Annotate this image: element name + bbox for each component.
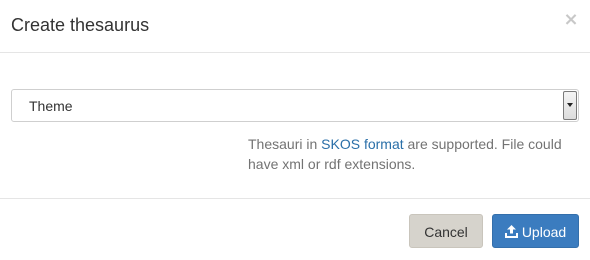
thesaurus-type-select[interactable]: Theme (11, 89, 579, 122)
dialog-header: Create thesaurus × (0, 0, 590, 53)
chevron-down-icon[interactable] (563, 91, 577, 120)
skos-format-link[interactable]: SKOS format (321, 136, 403, 152)
close-button[interactable]: × (563, 10, 579, 30)
create-thesaurus-dialog: Create thesaurus × Theme Thesauri in SKO… (0, 0, 590, 260)
upload-label: Upload (521, 224, 567, 240)
upload-button[interactable]: Upload (492, 214, 579, 248)
select-value: Theme (29, 98, 73, 114)
upload-icon (504, 225, 518, 239)
format-help-text: Thesauri in SKOS format are supported. F… (248, 134, 583, 174)
help-text-prefix: Thesauri in (248, 136, 322, 152)
cancel-button[interactable]: Cancel (409, 214, 483, 248)
dialog-title: Create thesaurus (11, 15, 150, 35)
dialog-footer: Cancel Upload (0, 198, 590, 260)
